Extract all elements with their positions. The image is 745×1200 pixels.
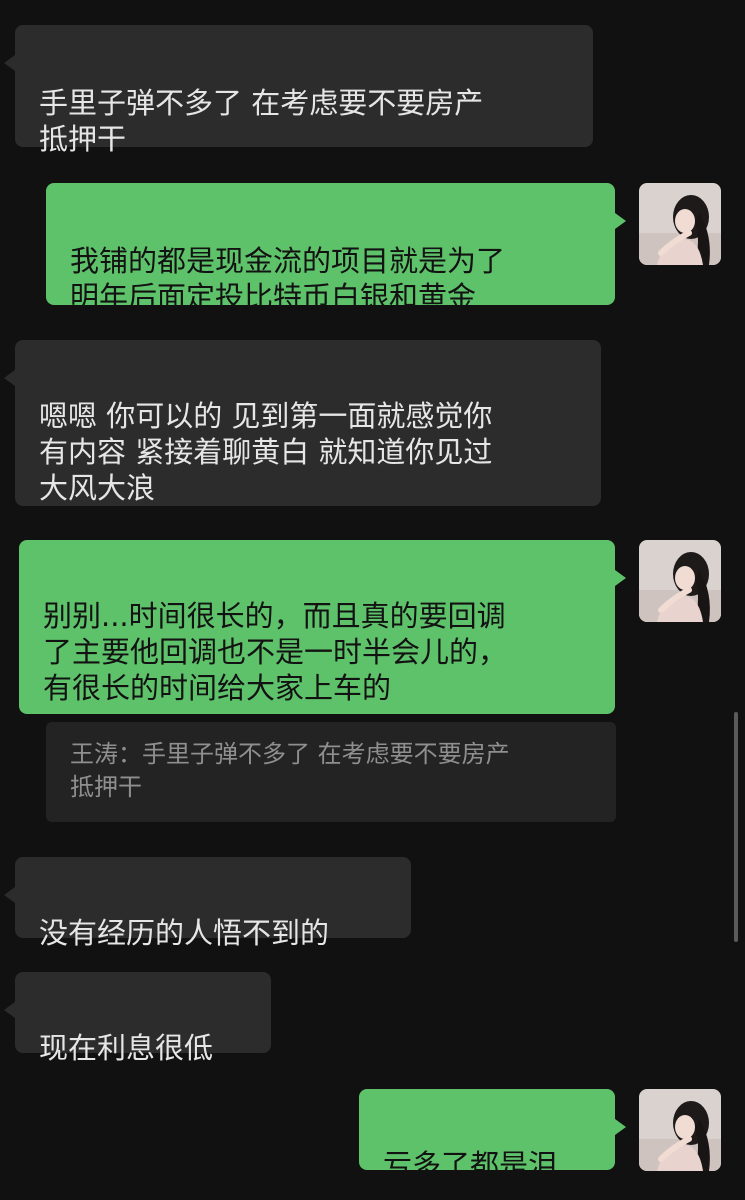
incoming-message-bubble[interactable]: 没有经历的人悟不到的 — [4, 857, 411, 950]
quoted-text-block: 王涛：手里子弹不多了 在考虑要不要房产 抵押干 — [70, 738, 592, 804]
user-avatar-icon[interactable] — [639, 183, 721, 265]
incoming-message-bubble[interactable]: 现在利息很低 — [4, 972, 271, 1065]
message-text: 亏多了都是泪 — [383, 1148, 558, 1182]
outgoing-message-bubble[interactable]: 别别...时间很长的，而且真的要回调 了主要他回调也不是一时半会儿的， 有很长的… — [19, 540, 626, 714]
message-text: 别别...时间很长的，而且真的要回调 了主要他回调也不是一时半会儿的， 有很长的… — [43, 599, 508, 705]
message-text: 我铺的都是现金流的项目就是为了 明年后面定投比特币白银和黄金 — [70, 244, 506, 314]
quote-author: 王涛 — [70, 740, 118, 768]
user-avatar-icon[interactable] — [639, 540, 721, 622]
scrollbar-thumb[interactable] — [734, 712, 738, 942]
message-text: 现在利息很低 — [39, 1031, 214, 1065]
outgoing-message-bubble[interactable]: 亏多了都是泪 — [359, 1089, 626, 1182]
user-avatar-icon[interactable] — [639, 1089, 721, 1171]
message-text: 没有经历的人悟不到的 — [39, 916, 330, 950]
incoming-message-bubble[interactable]: 手里子弹不多了 在考虑要不要房产 抵押干 — [4, 25, 593, 156]
message-text: 手里子弹不多了 在考虑要不要房产 抵押干 — [39, 86, 484, 156]
message-text: 嗯嗯 你可以的 见到第一面就感觉你 有内容 紧接着聊黄白 就知道你见过 大风大浪 — [39, 399, 493, 505]
quoted-message[interactable]: 王涛：手里子弹不多了 在考虑要不要房产 抵押干 — [46, 722, 616, 822]
quote-separator: ： — [118, 740, 142, 768]
incoming-message-bubble[interactable]: 嗯嗯 你可以的 见到第一面就感觉你 有内容 紧接着聊黄白 就知道你见过 大风大浪 — [4, 340, 601, 506]
outgoing-message-bubble[interactable]: 我铺的都是现金流的项目就是为了 明年后面定投比特币白银和黄金 — [46, 183, 626, 314]
